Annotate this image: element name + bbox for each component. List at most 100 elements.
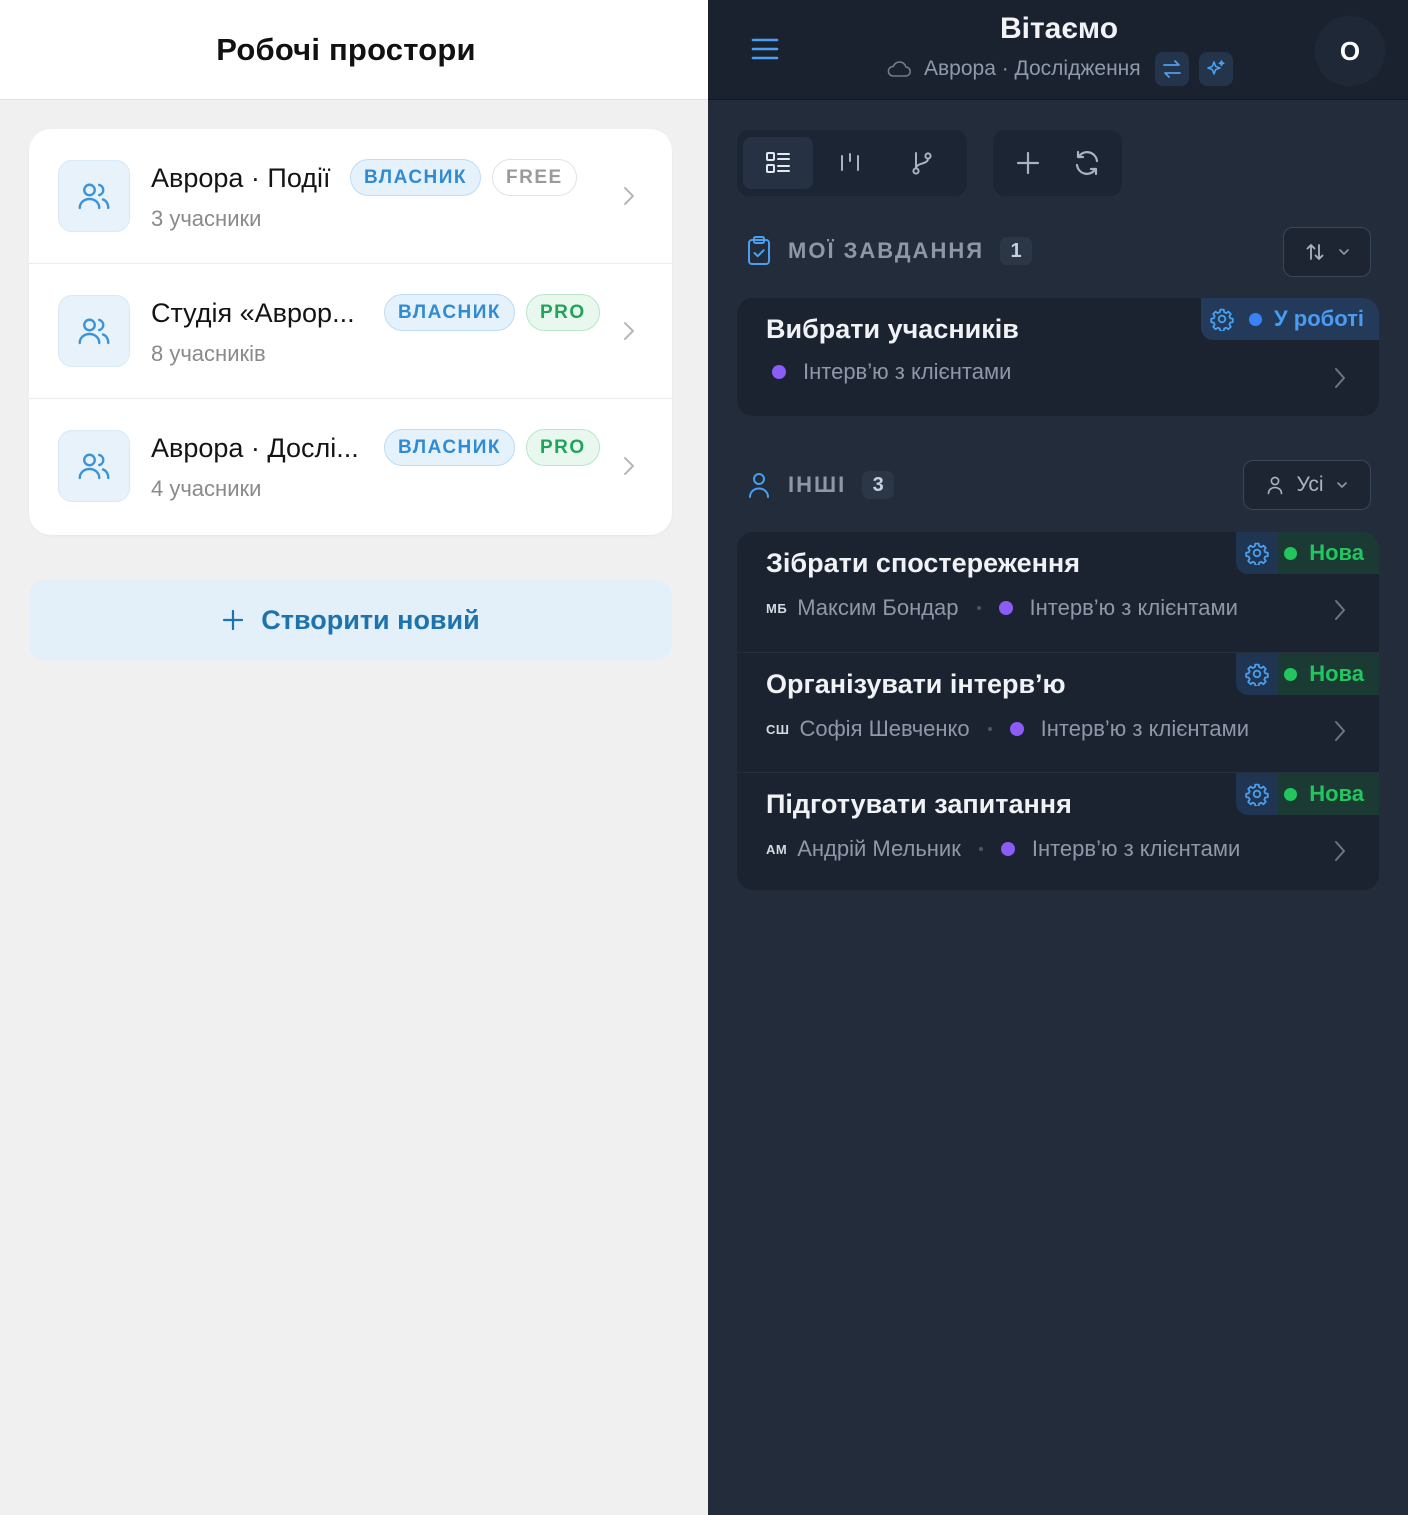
task-title: Вибрати учасників [766,314,1019,344]
board-view-button[interactable] [815,137,885,189]
status-badge[interactable]: Нова [1236,653,1379,695]
task-item[interactable]: Зібрати спостереження МБ Максим Бондар І… [737,532,1379,652]
clipboard-icon [746,235,772,267]
member-count: 3 учасники [151,206,262,231]
role-badge: ВЛАСНИК [350,159,482,196]
separator-dot [976,606,981,610]
swap-icon [1161,58,1183,80]
branch-view-button[interactable] [887,137,957,189]
status-text: У роботі [1273,306,1364,331]
user-icon [1266,475,1284,495]
task-item[interactable]: Організувати інтерв’ю СШ Софія Шевченко … [737,652,1379,772]
project-color-dot [1009,722,1024,736]
create-workspace-button[interactable]: Створити новий [29,580,672,660]
workspace-name: Аврора · Події [151,163,331,193]
chevron-right-icon [622,455,636,477]
gear-icon [1236,532,1279,574]
sort-dropdown[interactable] [1283,227,1371,277]
plus-icon [221,608,245,632]
project-color-dot [772,365,786,379]
view-switcher [737,130,967,196]
task-meta: АМ Андрій Мельник Інтерв’ю з клієнтами [766,836,1240,862]
user-icon [746,470,772,500]
chevron-right-icon [1333,366,1347,390]
users-icon [58,295,130,367]
chevron-down-icon [1336,481,1348,489]
task-meta: СШ Софія Шевченко Інтерв’ю з клієнтами [766,716,1249,742]
chevron-right-icon [622,320,636,342]
assignee-initials: СШ [766,721,790,737]
avatar[interactable]: О [1315,16,1385,86]
board-view-icon [836,149,864,177]
task-meta: Інтерв’ю з клієнтами [766,359,1011,385]
chevron-right-icon [1333,719,1347,743]
workspaces-panel: Робочі простори Аврора · Події ВЛАСНИК F… [0,0,708,1515]
status-text: Нова [1309,661,1364,686]
app-header: Вітаємо Аврора · Дослідження О [708,0,1408,100]
workspace-list: Аврора · Події ВЛАСНИК FREE 3 учасники С… [29,129,672,535]
project-color-dot [998,601,1013,615]
assignee-name: Андрій Мельник [797,836,961,861]
assignee-name: Софія Шевченко [799,716,970,741]
chevron-down-icon [1338,248,1350,256]
chevron-right-icon [1333,598,1347,622]
project-name: Інтерв’ю з клієнтами [1029,595,1238,620]
create-workspace-label: Створити новий [261,604,480,635]
task-title: Підготувати запитання [766,789,1072,819]
separator-dot [987,727,992,731]
workspace-item[interactable]: Студія «Аврор... ВЛАСНИК PRO 8 учасників [29,264,672,399]
role-badge: ВЛАСНИК [384,429,516,466]
refresh-button[interactable] [1058,137,1117,189]
task-meta: МБ Максим Бондар Інтерв’ю з клієнтами [766,595,1238,621]
list-view-button[interactable] [743,137,813,189]
sparkle-icon [1205,58,1227,80]
users-icon [58,160,130,232]
swap-workspace-button[interactable] [1154,52,1189,86]
workspace-item[interactable]: Аврора · Дослі... ВЛАСНИК PRO 4 учасники [29,399,672,535]
sort-icon [1304,241,1326,263]
plan-badge: PRO [526,294,600,331]
status-badge[interactable]: Нова [1236,773,1379,815]
chevron-right-icon [1333,839,1347,863]
task-title: Організувати інтерв’ю [766,669,1066,699]
status-text: Нова [1309,781,1364,806]
section-title: ІНШІ [788,472,847,497]
assignee-initials: АМ [766,841,788,857]
filter-value: Усі [1296,473,1324,496]
status-badge[interactable]: Нова [1236,532,1379,574]
list-view-icon [764,149,792,177]
my-tasks-list: Вибрати учасників Інтерв’ю з клієнтами У… [737,298,1379,416]
actions-group [993,130,1122,196]
gear-icon [1236,773,1279,815]
plan-badge: FREE [492,159,577,196]
section-count: 3 [862,471,895,499]
gear-icon [1200,298,1243,340]
status-badge[interactable]: У роботі [1200,298,1379,340]
member-count: 8 учасників [151,341,266,366]
ai-assistant-button[interactable] [1198,52,1233,86]
member-count: 4 учасники [151,476,262,501]
project-color-dot [1000,842,1015,856]
task-item[interactable]: Підготувати запитання АМ Андрій Мельник … [737,772,1379,890]
others-tasks-list: Зібрати спостереження МБ Максим Бондар І… [737,532,1379,890]
current-workspace: Аврора · Дослідження [886,51,1243,87]
greeting-title: Вітаємо [999,12,1119,45]
tasks-panel: Вітаємо Аврора · Дослідження О МОЇ ЗАВДА… [708,0,1408,1515]
workspace-name: Студія «Аврор... [151,298,355,328]
page-title: Робочі простори [216,31,476,67]
workspace-item[interactable]: Аврора · Події ВЛАСНИК FREE 3 учасники [29,129,672,264]
assignee-name: Максим Бондар [797,595,959,620]
chevron-right-icon [622,185,636,207]
my-tasks-header: МОЇ ЗАВДАННЯ 1 [746,235,1033,267]
plus-icon [1014,149,1042,177]
add-task-button[interactable] [999,137,1058,189]
assignee-filter-dropdown[interactable]: Усі [1243,460,1371,510]
task-item[interactable]: Вибрати учасників Інтерв’ю з клієнтами У… [737,298,1379,416]
plan-badge: PRO [526,429,600,466]
project-name: Інтерв’ю з клієнтами [1040,716,1250,741]
gear-icon [1236,653,1279,695]
assignee-initials: МБ [766,600,788,616]
section-count: 1 [1000,237,1033,265]
cloud-icon [886,59,912,79]
others-header: ІНШІ 3 [746,470,895,500]
